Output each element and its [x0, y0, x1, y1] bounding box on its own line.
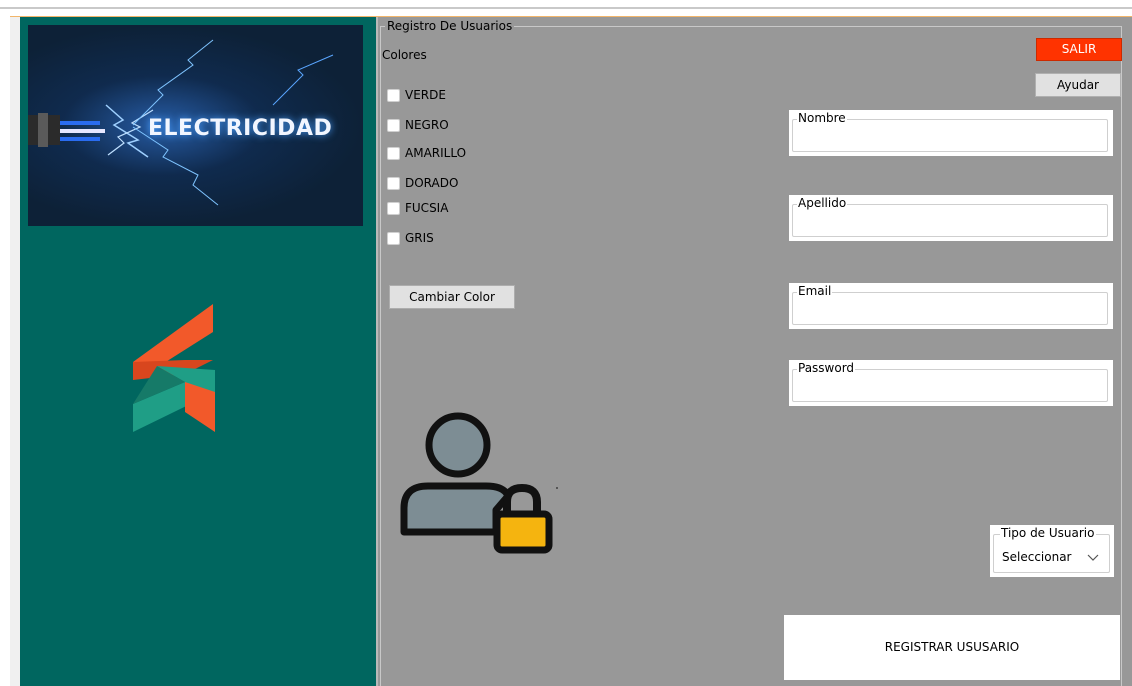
password-field: Password	[789, 360, 1113, 406]
email-field: Email	[789, 283, 1113, 329]
user-lock-icon	[400, 412, 553, 554]
apellido-field: Apellido	[789, 195, 1113, 241]
email-label: Email	[797, 284, 833, 298]
checkbox-gris[interactable]: GRIS	[387, 230, 434, 246]
checkbox-box[interactable]	[387, 118, 400, 132]
exit-button[interactable]: SALIR	[1036, 38, 1122, 61]
user-type-label: Tipo de Usuario	[1000, 526, 1096, 540]
help-button[interactable]: Ayudar	[1035, 73, 1121, 97]
register-user-button[interactable]: REGISTRAR USUSARIO	[784, 615, 1120, 680]
nombre-field: Nombre	[789, 110, 1113, 156]
chevron-down-icon[interactable]	[1086, 550, 1100, 564]
password-input[interactable]	[795, 378, 1107, 398]
checkbox-label: VERDE	[405, 88, 446, 102]
user-type-group: Tipo de Usuario Seleccionar	[990, 525, 1114, 577]
user-type-select[interactable]: Seleccionar	[1002, 549, 1071, 565]
apellido-label: Apellido	[797, 196, 848, 210]
checkbox-box[interactable]	[387, 88, 400, 102]
change-color-button[interactable]: Cambiar Color	[389, 285, 515, 309]
colors-label: Colores	[382, 48, 427, 62]
checkbox-box[interactable]	[387, 146, 400, 160]
group-title: Registro De Usuarios	[385, 18, 515, 34]
brand-logo-icon	[133, 304, 215, 432]
nombre-input[interactable]	[795, 128, 1107, 148]
checkbox-label: NEGRO	[405, 118, 449, 132]
checkbox-label: FUCSIA	[405, 201, 449, 215]
stray-dot	[556, 487, 558, 489]
apellido-input[interactable]	[795, 213, 1107, 233]
checkbox-box[interactable]	[387, 176, 400, 190]
checkbox-verde[interactable]: VERDE	[387, 87, 446, 103]
email-input[interactable]	[795, 301, 1107, 321]
checkbox-dorado[interactable]: DORADO	[387, 175, 458, 191]
nombre-label: Nombre	[797, 111, 847, 125]
window-top-line	[0, 7, 1132, 9]
checkbox-amarillo[interactable]: AMARILLO	[387, 145, 466, 161]
electricity-banner: ELECTRICIDAD	[28, 25, 363, 226]
checkbox-label: DORADO	[405, 176, 459, 190]
banner-title: ELECTRICIDAD	[148, 116, 333, 141]
password-label: Password	[797, 361, 856, 375]
checkbox-label: AMARILLO	[405, 146, 467, 160]
checkbox-box[interactable]	[387, 201, 400, 215]
checkbox-box[interactable]	[387, 231, 400, 245]
checkbox-label: GRIS	[405, 231, 434, 245]
checkbox-negro[interactable]: NEGRO	[387, 117, 449, 133]
checkbox-fucsia[interactable]: FUCSIA	[387, 200, 448, 216]
